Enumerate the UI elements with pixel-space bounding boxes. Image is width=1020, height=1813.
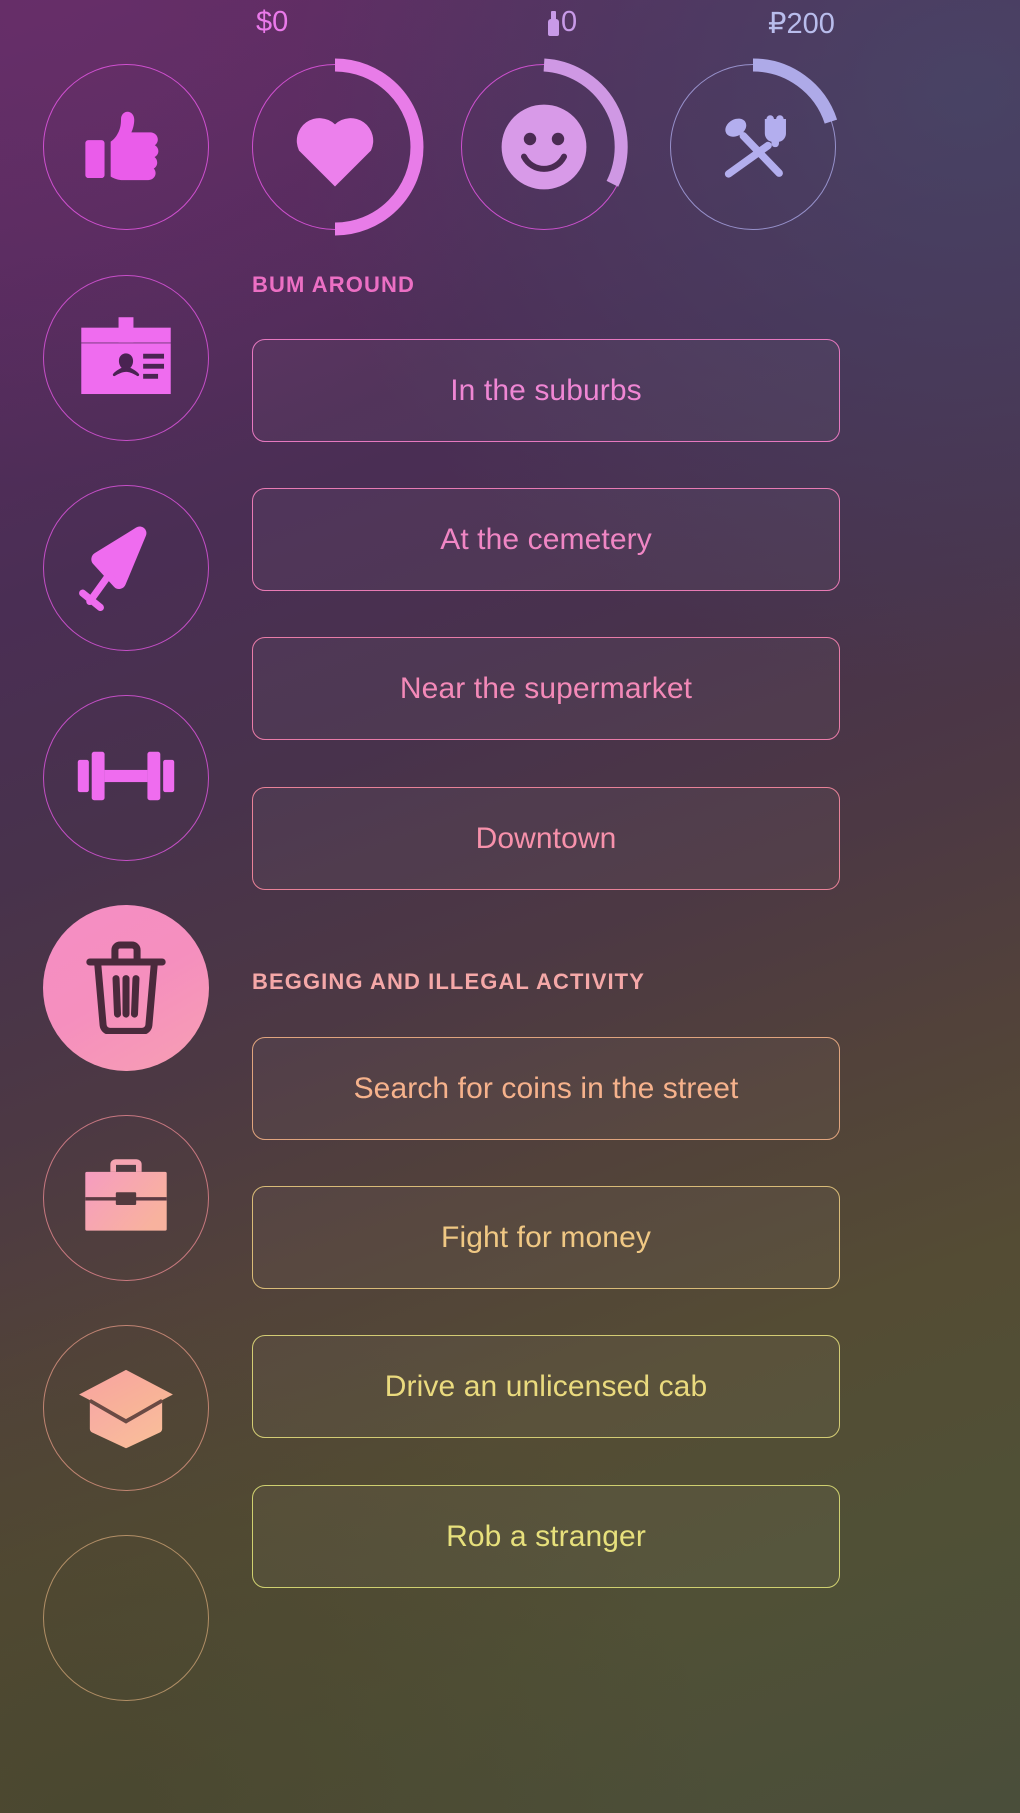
cutlery-icon <box>670 64 836 230</box>
money-label: $0 <box>256 6 289 38</box>
action-button-downtown[interactable]: Downtown <box>252 787 840 890</box>
stat-ring-approval[interactable] <box>43 64 209 230</box>
section-title-bum-around: BUM AROUND <box>252 272 415 297</box>
heart-icon <box>252 64 418 230</box>
smiley-icon <box>461 64 627 230</box>
sidebar-item-education[interactable] <box>43 1325 209 1491</box>
graduation-cap-icon <box>76 1363 176 1454</box>
action-button-drive-an-unlicensed-cab[interactable]: Drive an unlicensed cab <box>252 1335 840 1438</box>
action-button-at-the-cemetery[interactable]: At the cemetery <box>252 488 840 591</box>
wine-glass-icon <box>77 517 175 620</box>
roubles-label: ₽200 <box>768 8 835 40</box>
action-button-rob-a-stranger[interactable]: Rob a stranger <box>252 1485 840 1588</box>
action-button-near-the-supermarket[interactable]: Near the supermarket <box>252 637 840 740</box>
sidebar-item-trash[interactable] <box>43 905 209 1071</box>
booze-amount: 0 <box>548 6 577 39</box>
action-button-fight-for-money[interactable]: Fight for money <box>252 1186 840 1289</box>
resource-bar: $0 0 ₽200 <box>0 0 1020 48</box>
sidebar-item-id-card[interactable] <box>43 275 209 441</box>
thumbs-up-icon <box>43 64 209 230</box>
action-button-search-for-coins-in-the-street[interactable]: Search for coins in the street <box>252 1037 840 1140</box>
booze-label: 0 <box>561 6 578 38</box>
money-amount: $0 <box>256 6 288 39</box>
sidebar-item-gym[interactable] <box>43 695 209 861</box>
briefcase-icon <box>77 1154 175 1243</box>
sidebar-item-next[interactable] <box>43 1535 209 1701</box>
id-card-icon <box>77 315 175 402</box>
bottle-icon <box>548 11 559 36</box>
sidebar-item-drink[interactable] <box>43 485 209 651</box>
sidebar-item-work[interactable] <box>43 1115 209 1281</box>
section-title-begging-and-illegal-activity: BEGGING AND ILLEGAL ACTIVITY <box>252 969 645 994</box>
trash-can-icon <box>84 938 168 1039</box>
app-root: $0 0 ₽200 BUM AROUND In the suburbs At t… <box>0 0 1020 1813</box>
stat-ring-mood[interactable] <box>461 58 628 230</box>
action-button-in-the-suburbs[interactable]: In the suburbs <box>252 339 840 442</box>
roubles-amount: ₽200 <box>768 6 835 41</box>
stat-ring-food[interactable] <box>670 58 838 230</box>
stat-ring-health[interactable] <box>252 58 424 236</box>
dumbbell-icon <box>76 747 176 810</box>
